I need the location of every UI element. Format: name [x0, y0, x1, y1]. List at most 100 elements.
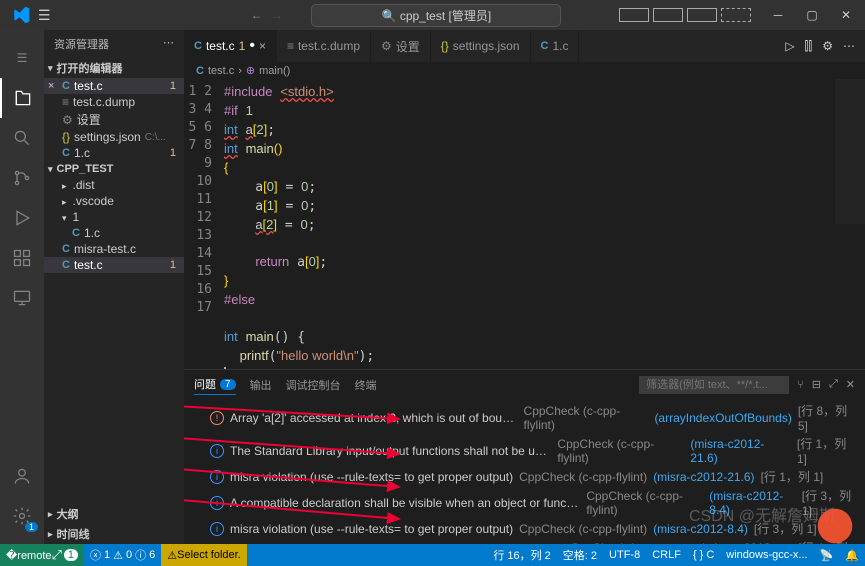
sidebar-title[interactable]: 资源管理器⋯ — [44, 30, 184, 58]
timeline-header[interactable]: 时间线 — [44, 524, 184, 544]
editor-tab[interactable]: ⚙设置 — [371, 30, 431, 62]
run-debug-icon[interactable] — [0, 198, 44, 238]
problem-item[interactable]: imisra violation (use --rule-texts= to g… — [190, 519, 859, 538]
collapse-icon[interactable]: ⊟ — [812, 378, 821, 391]
folder-item[interactable]: .vscode — [44, 193, 184, 209]
indentation[interactable]: 空格: 2 — [557, 547, 603, 563]
problems-list[interactable]: !Array 'a[2]' accessed at index 2, which… — [184, 399, 865, 544]
file-type-icon: {} — [62, 130, 70, 144]
split-icon[interactable]: ⫿⫿ — [805, 39, 813, 54]
maximize-icon[interactable]: ▢ — [797, 8, 827, 22]
info-icon: i — [210, 522, 224, 536]
explorer-icon[interactable] — [0, 78, 44, 118]
encoding[interactable]: UTF-8 — [603, 547, 646, 563]
file-item[interactable]: C1.c — [44, 225, 184, 241]
file-item[interactable]: Ctest.c1 — [44, 257, 184, 273]
status-bar: �remote⁠⤢1 ⓧ 1 ⚠ 0 ⓘ 6 ⚠ Select folder. … — [0, 544, 865, 566]
file-type-icon: C — [62, 259, 70, 271]
remote-indicator[interactable]: �remote⁠⤢1 — [0, 544, 84, 566]
c-file-icon: C — [196, 65, 204, 77]
file-type-icon: C — [62, 80, 70, 92]
problem-item[interactable]: iA compatible declaration shall be visib… — [190, 486, 859, 519]
tab-terminal[interactable]: 终端 — [355, 375, 377, 395]
tab-debug-console[interactable]: 调试控制台 — [286, 375, 341, 395]
file-type-icon: C — [62, 147, 70, 159]
file-item[interactable]: Cmisra-test.c — [44, 241, 184, 257]
select-folder-warning[interactable]: ⚠ Select folder. — [161, 544, 246, 566]
accounts-icon[interactable] — [0, 456, 44, 496]
command-center[interactable]: 🔍 cpp_test [管理员] — [311, 4, 561, 27]
nav-forward-icon[interactable]: → — [271, 8, 283, 22]
outline-header[interactable]: 大纲 — [44, 504, 184, 524]
file-type-icon: ⚙ — [381, 39, 392, 53]
open-editor-item[interactable]: ≡test.c.dump — [44, 94, 184, 110]
more-icon[interactable]: ⋯ — [843, 39, 855, 54]
code-editor[interactable]: 1 2 3 4 5 6 7 8 9 10 11 12 13 14 15 16 1… — [184, 79, 865, 369]
problem-item[interactable]: iThe Standard Library input/output funct… — [190, 434, 859, 467]
menu-icon[interactable]: ☰ — [38, 7, 51, 24]
file-type-icon: ≡ — [62, 95, 69, 109]
menu-toggle-icon[interactable]: ☰ — [0, 38, 44, 78]
editor-tab[interactable]: Ctest.c1•× — [184, 30, 277, 62]
minimap[interactable] — [835, 79, 865, 369]
folder-item[interactable]: .dist — [44, 177, 184, 193]
problem-item[interactable]: imisra violation (use --rule-texts= to g… — [190, 467, 859, 486]
settings-gear-icon[interactable]: 1 — [0, 496, 44, 536]
filter-icon[interactable]: ⑂ — [797, 379, 804, 391]
file-type-icon: ⚙ — [62, 113, 73, 127]
toolchain[interactable]: windows-gcc-x... — [720, 547, 813, 563]
folder-header[interactable]: CPP_TEST — [44, 161, 184, 177]
editor-tab[interactable]: C1.c — [531, 30, 580, 62]
error-count[interactable]: ⓧ 1 ⚠ 0 ⓘ 6 — [84, 547, 161, 563]
minimize-icon[interactable]: ─ — [763, 8, 793, 22]
eol[interactable]: CRLF — [646, 547, 687, 563]
file-type-icon: {} — [441, 39, 449, 53]
file-type-icon: C — [72, 227, 80, 239]
search-icon[interactable] — [0, 118, 44, 158]
vscode-logo-icon — [12, 6, 30, 24]
open-editor-item[interactable]: ×Ctest.c1 — [44, 78, 184, 94]
source-control-icon[interactable] — [0, 158, 44, 198]
layout-controls[interactable] — [619, 8, 751, 22]
open-editors-header[interactable]: 打开的编辑器 — [44, 58, 184, 78]
maximize-panel-icon[interactable]: ⤢ — [829, 378, 838, 391]
error-icon: ! — [210, 411, 224, 425]
info-icon: i — [210, 444, 224, 458]
info-icon: i — [210, 470, 224, 484]
editor-tab[interactable]: ≡test.c.dump — [277, 30, 371, 62]
tab-output[interactable]: 输出 — [250, 375, 272, 395]
file-type-icon: C — [194, 40, 202, 52]
problem-item[interactable]: iFunction types shall be in prototype fo… — [190, 538, 859, 544]
remote-explorer-icon[interactable] — [0, 278, 44, 318]
open-editor-item[interactable]: C1.c1 — [44, 145, 184, 161]
titlebar: ☰ ← → 🔍 cpp_test [管理员] ─ ▢ ✕ — [0, 0, 865, 30]
folder-item[interactable]: 1 — [44, 209, 184, 225]
problem-item[interactable]: !Array 'a[2]' accessed at index 2, which… — [190, 401, 859, 434]
editor-area: Ctest.c1•×≡test.c.dump⚙设置{}settings.json… — [184, 30, 865, 544]
notifications-icon[interactable]: 🔔 — [839, 547, 865, 563]
settings-icon[interactable]: ⚙ — [822, 39, 833, 54]
more-icon[interactable]: ⋯ — [163, 36, 174, 52]
run-icon[interactable]: ▷ — [785, 39, 794, 54]
extensions-icon[interactable] — [0, 238, 44, 278]
cursor-position[interactable]: 行 16，列 2 — [487, 547, 556, 563]
feedback-icon[interactable]: 📡 — [814, 547, 840, 563]
file-type-icon: C — [62, 243, 70, 255]
info-icon: i — [210, 496, 224, 510]
language-mode[interactable]: { } C — [687, 547, 720, 563]
tab-problems[interactable]: 问题7 — [194, 374, 236, 395]
sidebar: 资源管理器⋯ 打开的编辑器 × Ctest.c1 ≡test.c.dump⚙设置{}… — [44, 30, 184, 544]
editor-tab[interactable]: {}settings.json — [431, 30, 531, 62]
close-panel-icon[interactable]: ✕ — [846, 378, 855, 391]
close-icon[interactable]: × — [48, 80, 54, 92]
open-editor-item[interactable]: ⚙设置 — [44, 110, 184, 129]
problems-filter-input[interactable] — [639, 376, 789, 394]
file-type-icon: ≡ — [287, 39, 294, 53]
close-tab-icon[interactable]: × — [259, 39, 266, 53]
function-icon: ⊕ — [246, 64, 255, 77]
nav-back-icon[interactable]: ← — [251, 8, 263, 22]
close-icon[interactable]: ✕ — [831, 8, 861, 22]
open-editor-item[interactable]: {}settings.jsonC:\... — [44, 129, 184, 145]
breadcrumb[interactable]: C test.c › ⊕ main() — [184, 62, 865, 79]
file-type-icon: C — [541, 40, 549, 52]
